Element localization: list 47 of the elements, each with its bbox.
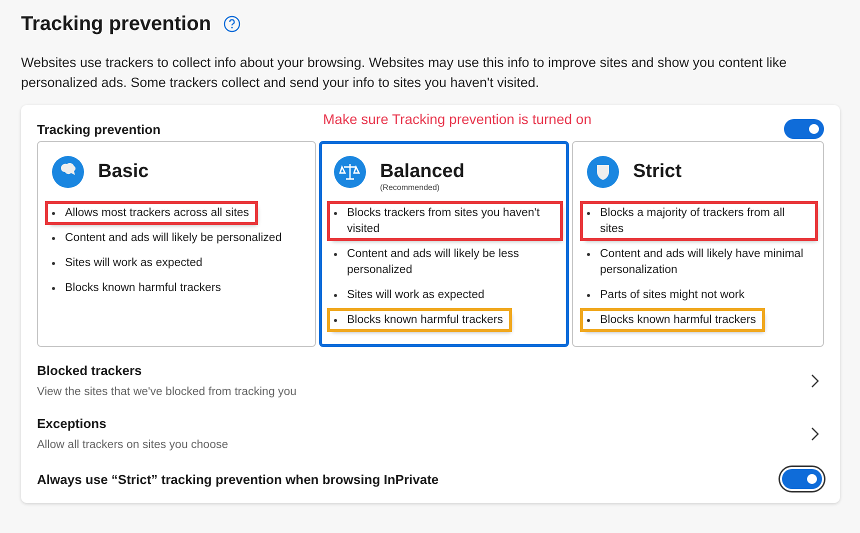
bullet-icon xyxy=(334,294,337,297)
bullet-icon xyxy=(334,319,337,322)
bullet-icon xyxy=(334,212,337,215)
toggle-switch[interactable] xyxy=(784,119,824,139)
level-title: Strict xyxy=(633,160,682,184)
scales-icon xyxy=(334,156,366,188)
bullet-icon xyxy=(52,212,55,215)
level-subtitle: (Recommended) xyxy=(380,183,441,192)
row-title: Always use “Strict” tracking prevention when browsing InPrivate xyxy=(37,472,439,486)
level-title: Basic xyxy=(98,160,149,184)
highlighted-bullet: Blocks trackers from sites you haven't visited xyxy=(330,204,560,238)
bullet-icon xyxy=(587,319,590,322)
bullet-icon xyxy=(334,253,337,256)
level-card[interactable]: Basic Allows most trackers across all sites Content and ads will likely be personalized Sites will work as expected Blocks known harmful trackers xyxy=(37,141,316,347)
bullet-item: Content and ads will likely be less personalized xyxy=(330,245,560,279)
annotation-text: Make sure Tracking prevention is turned on xyxy=(323,111,592,127)
bullet-item: Content and ads will likely have minimal personalization xyxy=(583,245,815,279)
bullet-icon xyxy=(52,237,55,240)
row-title: Blocked trackers xyxy=(37,363,143,378)
bullet-item: Blocks known harmful trackers xyxy=(48,279,227,297)
help-icon[interactable] xyxy=(223,15,242,33)
cloud-icon xyxy=(52,156,84,188)
highlighted-bullet: Blocks known harmful trackers xyxy=(583,311,762,329)
bullet-icon xyxy=(587,294,590,297)
bullet-icon xyxy=(587,253,590,256)
level-card[interactable]: Balanced (Recommended) Blocks trackers from sites you haven't visited Content and ads will likely be less personalized Sites will work as expected Blocks known harmful trackers xyxy=(319,141,569,347)
bullet-item: Content and ads will likely be personalized xyxy=(48,229,288,247)
chevron-icon[interactable] xyxy=(810,374,820,388)
highlighted-bullet: Blocks known harmful trackers xyxy=(330,311,509,329)
page-title: Tracking prevention xyxy=(21,12,212,36)
shield-icon xyxy=(587,156,619,188)
highlighted-bullet: Allows most trackers across all sites xyxy=(48,204,256,222)
bullet-icon xyxy=(52,287,55,290)
toggle-switch[interactable] xyxy=(782,469,822,489)
description: Websites use trackers to collect info about your browsing. Websites may use this info to improve sites and show you content like personalized ads. Some trackers collect and send your info to sites you haven't visited. xyxy=(21,54,788,92)
chevron-icon[interactable] xyxy=(810,426,820,440)
bullet-icon xyxy=(587,212,590,215)
level-card[interactable]: Strict Blocks a majority of trackers from all sites Content and ads will likely have minimal personalization Parts of sites might not work Blocks known harmful trackers xyxy=(572,141,824,347)
bullet-item: Parts of sites might not work xyxy=(583,286,750,304)
bullet-item: Sites will work as expected xyxy=(48,254,208,272)
row-description: View the sites that we've blocked from tracking you xyxy=(37,386,297,398)
highlighted-bullet: Blocks a majority of trackers from all sites xyxy=(583,204,815,238)
bullet-icon xyxy=(52,262,55,265)
row-title: Exceptions xyxy=(37,416,108,431)
bullet-item: Sites will work as expected xyxy=(330,286,490,304)
row-description: Allow all trackers on sites you choose xyxy=(37,439,228,451)
section-label: Tracking prevention xyxy=(37,122,161,136)
